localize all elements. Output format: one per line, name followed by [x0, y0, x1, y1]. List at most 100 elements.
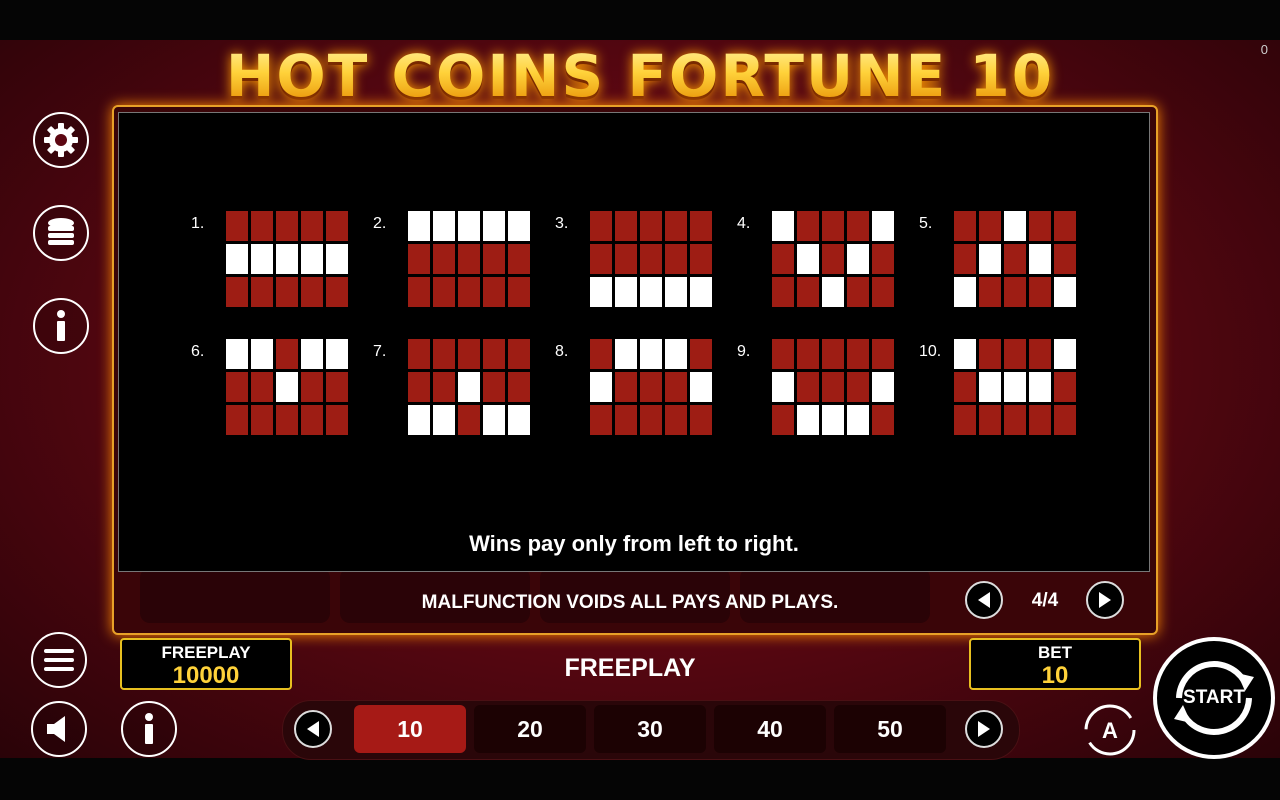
payline-cell [590, 405, 612, 435]
menu-button[interactable] [31, 632, 87, 688]
credit-label: FREEPLAY [161, 643, 251, 662]
payline-cell [483, 339, 505, 369]
payline-cell-active [251, 339, 273, 369]
bet-option-10[interactable]: 10 [354, 705, 466, 753]
bet-option-30[interactable]: 30 [594, 705, 706, 753]
payline-cell [326, 372, 348, 402]
payline-cell [326, 277, 348, 307]
payline-cell-active [640, 277, 662, 307]
payline-cell [1054, 211, 1076, 241]
payline-cell [508, 339, 530, 369]
payline-cell [1029, 405, 1051, 435]
payline-cell-active [590, 372, 612, 402]
prev-page-button[interactable] [965, 581, 1003, 619]
payline-cell-active [483, 405, 505, 435]
bet-decrease-button[interactable] [294, 710, 332, 748]
coins-button[interactable] [33, 205, 89, 261]
payline-cell [615, 372, 637, 402]
payline-diagram [590, 211, 712, 307]
payline-cell [590, 339, 612, 369]
payline-cell-active [276, 372, 298, 402]
wins-note: Wins pay only from left to right. [469, 531, 799, 556]
payline-cell [954, 244, 976, 274]
payline-cell-active [1029, 244, 1051, 274]
payline-cell [433, 339, 455, 369]
payline-cell-active [326, 339, 348, 369]
bet-increase-button[interactable] [965, 710, 1003, 748]
payline-cell [772, 244, 794, 274]
payline-cell-active [979, 244, 1001, 274]
payline-cell-active [1029, 372, 1051, 402]
payline-cell [640, 372, 662, 402]
payline-cell [276, 405, 298, 435]
payline-cell-active [1054, 339, 1076, 369]
bet-option-20[interactable]: 20 [474, 705, 586, 753]
payline-cell-active [872, 211, 894, 241]
payline-cell [276, 339, 298, 369]
payline-cell [458, 405, 480, 435]
arrow-left-icon [307, 721, 319, 737]
payline-cell [301, 372, 323, 402]
payline-cell [508, 372, 530, 402]
gear-icon [44, 123, 78, 157]
payline-cell [1029, 277, 1051, 307]
payline-cell-active [226, 339, 248, 369]
game-info-button[interactable] [121, 701, 177, 757]
payline-cell [1054, 405, 1076, 435]
autoplay-button[interactable]: A [1082, 702, 1138, 758]
payline-cell [301, 277, 323, 307]
settings-button[interactable] [33, 112, 89, 168]
payline-cell [979, 211, 1001, 241]
payline-cell-active [979, 372, 1001, 402]
payline-cell-active [665, 277, 687, 307]
payline-cell [640, 405, 662, 435]
payline-cell [226, 372, 248, 402]
payline-cell [1029, 339, 1051, 369]
info-button[interactable] [33, 298, 89, 354]
payline-cell [615, 405, 637, 435]
payline-cell [665, 405, 687, 435]
payline-diagram [226, 211, 348, 307]
payline-cell [640, 244, 662, 274]
payline-cell-active [226, 244, 248, 274]
payline-cell [772, 339, 794, 369]
start-button[interactable]: START [1153, 637, 1275, 759]
payline-cell-active [615, 277, 637, 307]
bet-display: BET 10 [969, 638, 1141, 690]
payline-cell-active [954, 277, 976, 307]
autoplay-icon: A [1084, 704, 1136, 756]
payline-cell [1004, 277, 1026, 307]
payline-cell-active [847, 244, 869, 274]
info-icon [145, 713, 153, 744]
arrow-right-icon [978, 721, 990, 737]
payline-cell-active [797, 405, 819, 435]
payline-cell [979, 339, 1001, 369]
next-page-button[interactable] [1086, 581, 1124, 619]
sound-button[interactable] [31, 701, 87, 757]
payline-cell [954, 405, 976, 435]
payline-cell-active [847, 405, 869, 435]
svg-text:A: A [1102, 718, 1118, 743]
payline-cell [458, 244, 480, 274]
payline-cell [276, 211, 298, 241]
payline-cell [408, 277, 430, 307]
payline-cell-active [615, 339, 637, 369]
bet-value: 10 [1041, 662, 1069, 689]
payline-cell [483, 244, 505, 274]
bet-option-50[interactable]: 50 [834, 705, 946, 753]
payline-cell [797, 339, 819, 369]
payline-cell-active [408, 405, 430, 435]
bet-option-40[interactable]: 40 [714, 705, 826, 753]
payline-cell-active [797, 244, 819, 274]
speaker-icon [47, 716, 65, 742]
payline-cell [458, 339, 480, 369]
payline-cell-active [326, 244, 348, 274]
payline-number: 6. [191, 343, 205, 360]
payline-cell [954, 372, 976, 402]
payline-cell [590, 211, 612, 241]
menu-icon [44, 649, 74, 671]
coin-stack-icon [48, 218, 74, 245]
payline-cell-active [665, 339, 687, 369]
payline-cell-active [822, 277, 844, 307]
reel-ghost [140, 568, 330, 623]
